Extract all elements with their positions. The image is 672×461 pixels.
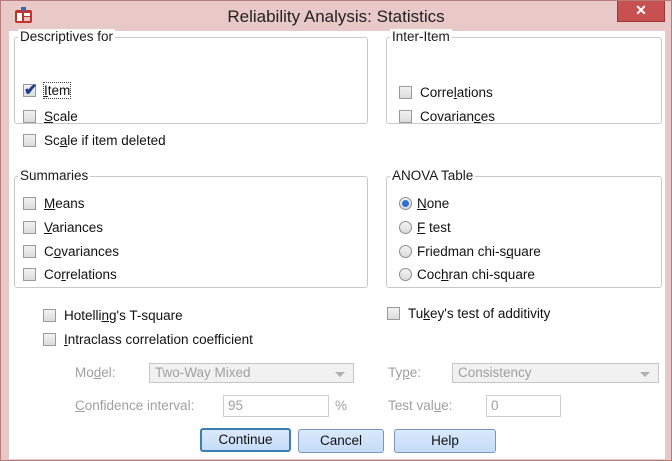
summaries-covariances-label: Covariances [44,243,120,259]
checkbox-checked-icon[interactable] [23,80,37,100]
anova-friedman-label: Friedman chi-square [417,243,541,259]
title-bar[interactable]: Reliability Analysis: Statistics ✕ [1,1,671,30]
scale-if-item-deleted-label: Scale if item deleted [44,132,166,148]
anova-friedman-radio[interactable]: Friedman chi-square [399,241,541,261]
scale-label: Scale [44,108,78,124]
variances-checkbox[interactable]: Variances [23,217,103,237]
confidence-interval-value: 95 [228,398,244,413]
summaries-covariances-checkbox[interactable]: Covariances [23,241,119,261]
inter-item-covariances-checkbox[interactable]: Covariances [399,106,495,126]
tukeys-test-label: Tukey's test of additivity [408,305,551,321]
anova-none-radio[interactable]: None [399,193,449,213]
inter-item-correlations-checkbox[interactable]: Correlations [399,82,493,102]
dialog-body: Descriptives for Item Scale Scale if ite… [9,29,665,459]
confidence-interval-input[interactable]: 95 [223,395,329,417]
anova-f-test-label: F test [417,219,451,235]
summaries-correlations-checkbox[interactable]: Correlations [23,264,117,284]
summaries-correlations-label: Correlations [44,266,117,282]
anova-none-label: None [417,195,450,211]
summaries-legend: Summaries [18,168,91,183]
type-select[interactable]: Consistency [452,363,659,383]
test-value-label: Test value: [388,398,453,413]
scale-checkbox[interactable]: Scale [23,106,78,126]
cancel-button[interactable]: Cancel [298,429,384,453]
model-label: Model: [75,365,116,380]
checkbox-icon[interactable] [23,244,36,258]
close-button[interactable]: ✕ [617,1,665,22]
checkbox-icon[interactable] [399,109,412,123]
item-checkbox[interactable]: Item [23,80,72,100]
checkbox-icon[interactable] [23,196,36,210]
confidence-interval-label: Confidence interval: [75,398,195,413]
hotellings-t-square-label: Hotelling's T-square [64,307,183,323]
radio-selected-icon[interactable] [399,196,412,210]
type-label: Type: [388,365,422,380]
inter-item-covariances-label: Covariances [420,108,496,124]
close-icon: ✕ [635,2,647,18]
anova-cochran-radio[interactable]: Cochran chi-square [399,264,535,284]
help-button[interactable]: Help [394,429,496,453]
checkbox-icon[interactable] [23,133,36,147]
checkbox-icon[interactable] [23,220,36,234]
test-value-input[interactable]: 0 [486,395,561,417]
hotellings-t-square-checkbox[interactable]: Hotelling's T-square [43,305,183,325]
test-value-value: 0 [491,398,499,413]
descriptives-legend: Descriptives for [18,29,116,44]
checkbox-icon[interactable] [399,85,412,99]
scale-if-item-deleted-checkbox[interactable]: Scale if item deleted [23,130,166,150]
chevron-down-icon [335,372,345,377]
checkbox-icon[interactable] [43,332,56,346]
anova-f-test-radio[interactable]: F test [399,217,451,237]
model-select[interactable]: Two-Way Mixed [149,363,354,383]
inter-item-correlations-label: Correlations [420,84,493,100]
tukeys-test-checkbox[interactable]: Tukey's test of additivity [387,303,550,323]
checkbox-icon[interactable] [387,306,400,320]
chevron-down-icon [640,372,650,377]
percent-unit-label: % [335,398,348,413]
intraclass-correlation-checkbox[interactable]: Intraclass correlation coefficient [43,329,253,349]
continue-button[interactable]: Continue [200,428,291,452]
checkbox-icon[interactable] [23,267,36,281]
model-select-value: Two-Way Mixed [155,365,251,380]
anova-cochran-label: Cochran chi-square [417,266,535,282]
checkbox-icon[interactable] [23,109,36,123]
dialog-window: Reliability Analysis: Statistics ✕ Descr… [0,0,672,461]
window-title: Reliability Analysis: Statistics [227,7,445,26]
radio-icon[interactable] [399,244,412,258]
type-select-value: Consistency [458,365,532,380]
intraclass-correlation-label: Intraclass correlation coefficient [64,331,253,347]
checkbox-icon[interactable] [43,308,56,322]
means-label: Means [44,195,85,211]
radio-icon[interactable] [399,220,412,234]
inter-item-legend: Inter-Item [390,29,452,44]
anova-table-legend: ANOVA Table [390,168,476,183]
variances-label: Variances [44,219,104,235]
means-checkbox[interactable]: Means [23,193,85,213]
item-label: Item [42,81,72,99]
radio-icon[interactable] [399,267,412,281]
